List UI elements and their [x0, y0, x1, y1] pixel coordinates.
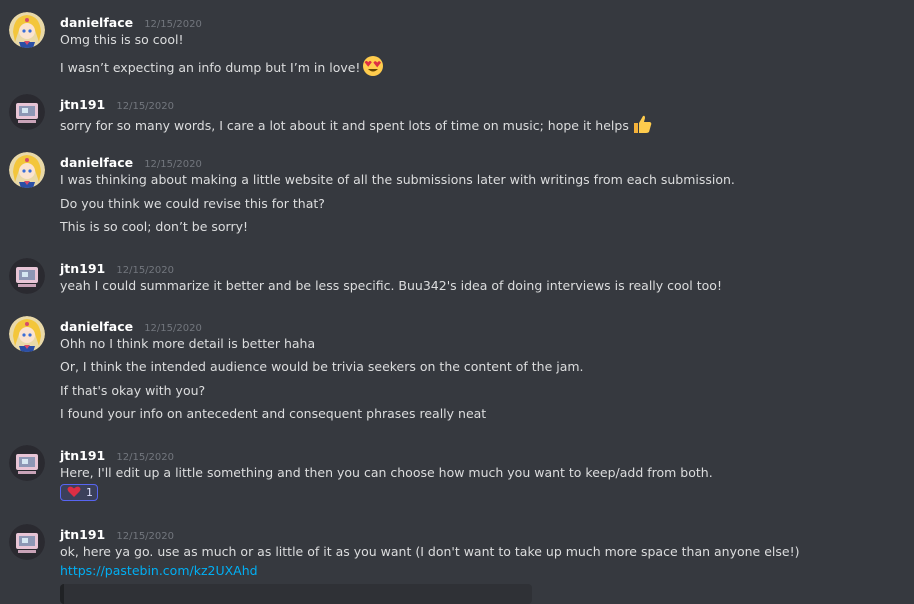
username[interactable]: danielface — [60, 319, 133, 334]
message-text: Do you think we could revise this for th… — [60, 196, 325, 211]
timestamp: 12/15/2020 — [144, 19, 202, 30]
username[interactable]: jtn191 — [60, 261, 105, 276]
message-text: ok, here ya go. use as much or as little… — [60, 544, 800, 559]
reaction-count: 1 — [86, 486, 93, 499]
message-text: Ohh no I think more detail is better hah… — [60, 336, 316, 351]
message-list: danielface 12/15/2020 Omg this is so coo… — [0, 0, 914, 604]
username[interactable]: jtn191 — [60, 527, 105, 542]
avatar[interactable] — [9, 94, 45, 130]
message-text: I was thinking about making a little web… — [60, 172, 735, 187]
message-text: I found your info on antecedent and cons… — [60, 406, 487, 421]
message-text: Or, I think the intended audience would … — [60, 359, 584, 374]
timestamp: 12/15/2020 — [116, 101, 174, 112]
timestamp: 12/15/2020 — [144, 323, 202, 334]
message-text: I wasn’t expecting an info dump but I’m … — [60, 55, 384, 82]
avatar[interactable] — [9, 445, 45, 481]
heart-eyes-emoji-icon — [362, 55, 384, 82]
timestamp: 12/15/2020 — [116, 265, 174, 276]
thumbs-up-emoji-icon — [631, 114, 653, 139]
avatar[interactable] — [9, 12, 45, 48]
message-text: If that's okay with you? — [60, 383, 206, 398]
username[interactable]: jtn191 — [60, 97, 105, 112]
message-text: Here, I'll edit up a little something an… — [60, 465, 713, 480]
message-text: This is so cool; don’t be sorry! — [60, 219, 249, 234]
pastebin-link[interactable]: https://pastebin.com/kz2UXAhd — [60, 563, 258, 578]
username[interactable]: jtn191 — [60, 448, 105, 463]
avatar[interactable] — [9, 258, 45, 294]
avatar[interactable] — [9, 316, 45, 352]
username[interactable]: danielface — [60, 155, 133, 170]
message-link[interactable]: https://pastebin.com/kz2UXAhd — [60, 562, 258, 580]
message-text: yeah I could summarize it better and be … — [60, 278, 722, 293]
timestamp: 12/15/2020 — [116, 531, 174, 542]
message-text: sorry for so many words, I care a lot ab… — [60, 114, 653, 139]
message-text: Omg this is so cool! — [60, 32, 184, 47]
timestamp: 12/15/2020 — [116, 452, 174, 463]
avatar[interactable] — [9, 152, 45, 188]
avatar[interactable] — [9, 524, 45, 560]
timestamp: 12/15/2020 — [144, 159, 202, 170]
username[interactable]: danielface — [60, 15, 133, 30]
link-embed — [60, 584, 532, 604]
heart-icon — [67, 486, 81, 501]
reaction-button[interactable]: 1 — [60, 484, 98, 501]
